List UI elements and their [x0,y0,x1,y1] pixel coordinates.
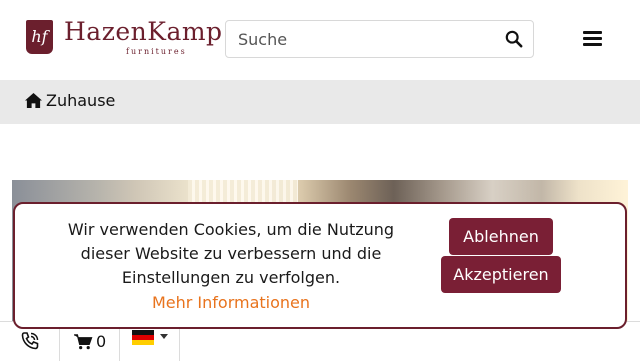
hazenkamp-logo[interactable]: hf HazenKamp furnitures [26,17,222,58]
search-box [225,20,534,58]
logo-name: HazenKamp [64,17,223,46]
breadcrumb-item-home[interactable]: Zuhause [46,91,115,110]
hamburger-menu-icon[interactable] [583,31,602,48]
home-icon[interactable] [24,92,43,109]
accept-button[interactable]: Akzeptieren [441,256,561,293]
site-header: hf HazenKamp furnitures [0,0,640,80]
logo-tagline: furnitures [126,47,187,56]
more-info-link[interactable]: Mehr Informationen [55,291,407,315]
decline-button[interactable]: Ablehnen [449,218,553,255]
chandelier-detail [188,180,298,202]
caret-down-icon [160,334,168,339]
search-icon[interactable] [505,30,523,48]
search-input[interactable] [238,21,488,57]
cart-count: 0 [96,332,107,351]
breadcrumb: Zuhause [0,80,640,124]
cart-icon [74,334,93,350]
phone-icon [21,332,39,350]
logo-mark: hf [26,20,53,54]
cookie-consent-banner: Wir verwenden Cookies, um die Nutzung di… [13,202,627,329]
germany-flag-icon [132,330,154,345]
cookie-message: Wir verwenden Cookies, um die Nutzung di… [67,220,395,287]
